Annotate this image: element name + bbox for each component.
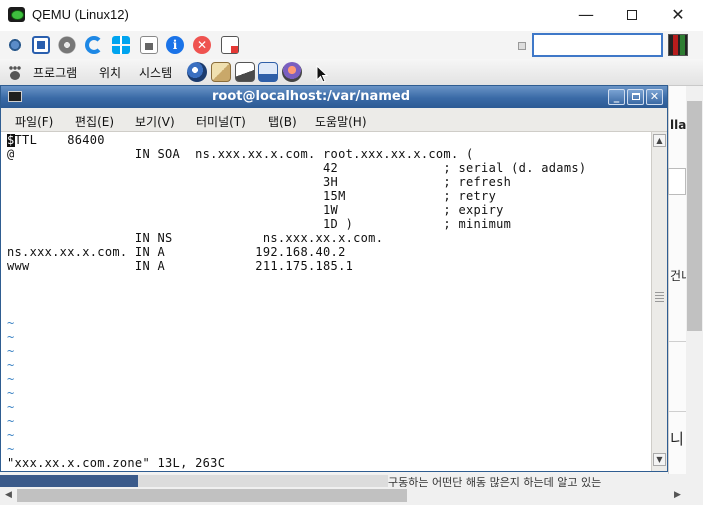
empty-line-marker: ~	[7, 358, 15, 372]
taskbar-button[interactable]	[138, 475, 388, 487]
scroll-down-icon[interactable]: ▼	[653, 453, 666, 466]
mail-icon[interactable]	[211, 62, 231, 82]
file-line: 1D ) ; minimum	[7, 217, 512, 231]
terminal-menubar: 파일(F) 편집(E) 보기(V) 터미널(T) 탭(B) 도움말(H)	[1, 108, 667, 132]
terminal-titlebar[interactable]: root@localhost:/var/named _ ✕	[1, 86, 667, 108]
file-line: 42 ; serial (d. adams)	[7, 161, 587, 175]
maximize-button[interactable]	[609, 0, 655, 31]
file-line: 3H ; refresh	[7, 175, 512, 189]
scroll-left-icon[interactable]: ◀	[0, 487, 17, 504]
terminal-close-button[interactable]: ✕	[646, 89, 663, 105]
terminal-minimize-button[interactable]: _	[608, 89, 625, 105]
empty-line-marker: ~	[7, 316, 15, 330]
scroll-right-icon[interactable]: ▶	[669, 487, 686, 504]
empty-line-marker: ~	[7, 344, 15, 358]
background-text: 니	[670, 430, 684, 448]
search-input[interactable]	[532, 33, 663, 57]
calendar-icon[interactable]	[221, 36, 239, 54]
menu-file[interactable]: 파일(F)	[15, 113, 53, 130]
file-line: ns.xxx.xx.x.com. IN A 192.168.40.2	[7, 245, 346, 259]
horizontal-scrollbar[interactable]: ◀ ▶	[0, 487, 686, 504]
background-text: lla	[670, 118, 687, 132]
info-icon[interactable]: i	[166, 36, 184, 54]
background-divider	[668, 411, 686, 412]
empty-line-marker: ~	[7, 386, 15, 400]
menu-location[interactable]: 위치	[99, 64, 121, 81]
vim-status-line: "xxx.xx.x.com.zone" 13L, 263C	[7, 456, 226, 470]
terminal-window: root@localhost:/var/named _ ✕ 파일(F) 편집(E…	[0, 85, 668, 472]
terminal-scrollbar[interactable]: ▲ ▼	[651, 132, 667, 471]
gear-icon[interactable]	[58, 36, 76, 54]
gnome-panel: 프로그램 위치 시스템	[0, 59, 703, 86]
qemu-window: QEMU (Linux12) — ✕ i ✕ 프로그램 위치 시스템 lla 건…	[0, 0, 703, 505]
scrollbar-grip-icon[interactable]	[655, 292, 664, 302]
close-button[interactable]: ✕	[655, 0, 701, 31]
presentation-icon[interactable]	[258, 62, 278, 82]
taskbar-button[interactable]	[0, 475, 138, 487]
gnome-foot-icon[interactable]	[8, 66, 22, 80]
terminal-maximize-button[interactable]	[627, 89, 644, 105]
refresh-icon[interactable]	[85, 36, 103, 54]
network-icon[interactable]	[6, 36, 24, 54]
empty-line-marker: ~	[7, 330, 15, 344]
empty-line-marker: ~	[7, 428, 15, 442]
taskbar-text: 구동하는 어떤단 해동 많은지 하는데 알고 있는	[388, 476, 602, 487]
windows-icon[interactable]	[112, 36, 130, 54]
empty-line-marker: ~	[7, 400, 15, 414]
menu-tabs[interactable]: 탭(B)	[268, 113, 297, 130]
file-line: TTL 86400	[7, 133, 105, 147]
small-square-icon[interactable]	[518, 42, 526, 50]
web-browser-icon[interactable]	[187, 62, 207, 82]
menu-programs[interactable]: 프로그램	[33, 64, 77, 81]
menu-edit[interactable]: 편집(E)	[75, 113, 114, 130]
mouse-pointer-icon	[316, 65, 328, 83]
guest-screen: i ✕ 프로그램 위치 시스템 lla 건니 니 주	[0, 31, 703, 505]
top-icon-panel: i ✕	[0, 31, 703, 59]
menu-view[interactable]: 보기(V)	[135, 113, 175, 130]
file-line: 15M ; retry	[7, 189, 497, 203]
window-title: QEMU (Linux12)	[32, 7, 129, 22]
file-line: www IN A 211.175.185.1	[7, 259, 354, 273]
stop-icon[interactable]: ✕	[193, 36, 211, 54]
scroll-up-icon[interactable]: ▲	[653, 134, 666, 147]
file-line: 1W ; expiry	[7, 203, 504, 217]
terminal-title: root@localhost:/var/named	[212, 89, 410, 104]
spreadsheet-icon[interactable]	[282, 62, 302, 82]
fullscreen-icon[interactable]	[32, 36, 50, 54]
document-icon[interactable]	[140, 36, 158, 54]
empty-line-marker: ~	[7, 372, 15, 386]
maximize-icon	[627, 10, 637, 20]
menu-help[interactable]: 도움말(H)	[315, 113, 367, 130]
file-line: IN NS ns.xxx.xx.x.com.	[7, 231, 384, 245]
menu-terminal[interactable]: 터미널(T)	[196, 113, 246, 130]
qemu-logo-icon	[8, 7, 25, 22]
minimize-button[interactable]: —	[563, 0, 609, 31]
background-box	[668, 168, 686, 195]
menu-system[interactable]: 시스템	[139, 64, 172, 81]
empty-line-marker: ~	[7, 414, 15, 428]
maximize-icon	[631, 93, 640, 100]
qemu-titlebar: QEMU (Linux12) — ✕	[0, 0, 703, 31]
horizontal-scrollbar-thumb[interactable]	[17, 489, 407, 502]
text-document-icon[interactable]	[235, 62, 255, 82]
empty-line-marker: ~	[7, 442, 15, 456]
file-line: @ IN SOA ns.xxx.xx.x.com. root.xxx.xx.x.…	[7, 147, 474, 161]
flag-icon[interactable]	[668, 34, 688, 56]
background-scrollbar-thumb[interactable]	[687, 101, 702, 331]
background-divider	[668, 341, 686, 342]
terminal-text-area[interactable]: $ TTL 86400 @ IN SOA ns.xxx.xx.x.com. ro…	[1, 132, 651, 471]
